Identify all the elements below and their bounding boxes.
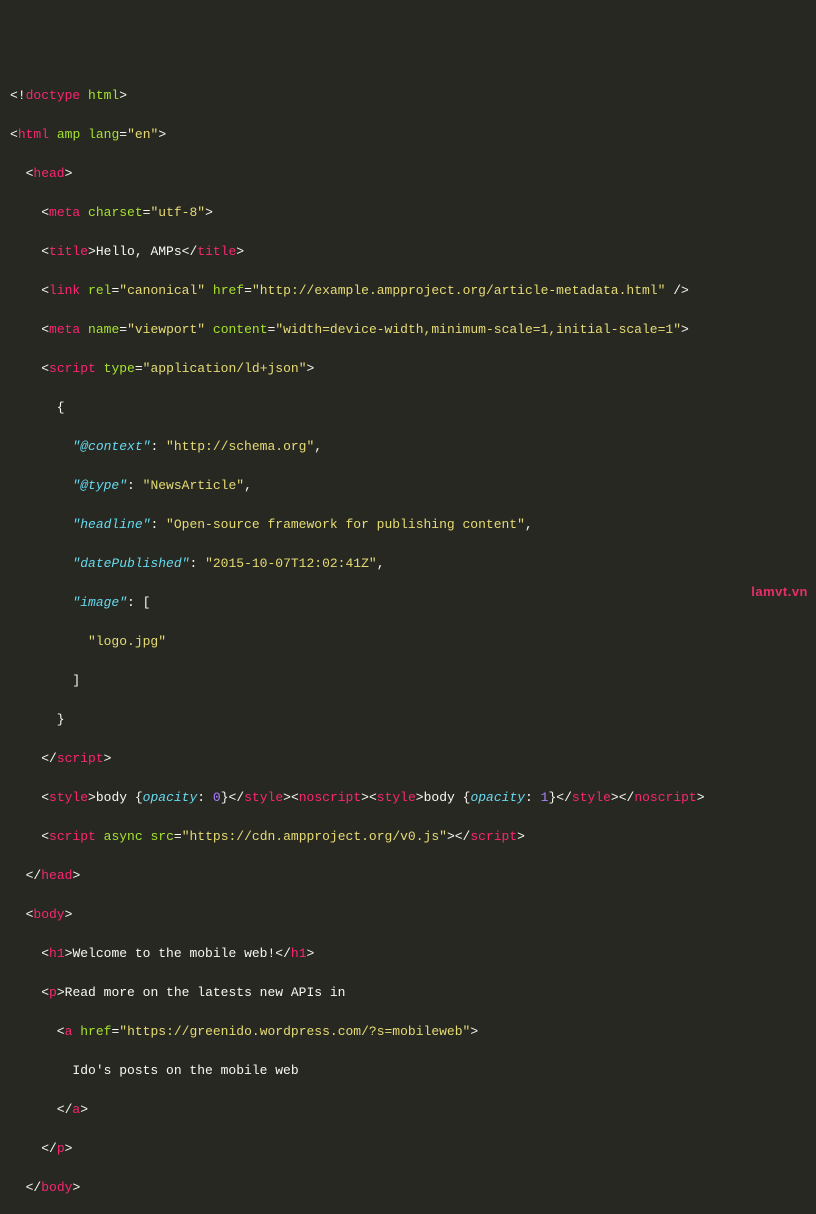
code-line: <h1>Welcome to the mobile web!</h1> [10,944,806,964]
code-line: "image": [ [10,593,806,613]
code-line: "headline": "Open-source framework for p… [10,515,806,535]
code-line: } [10,710,806,730]
code-line: </head> [10,866,806,886]
code-line: "datePublished": "2015-10-07T12:02:41Z", [10,554,806,574]
code-line: <script async src="https://cdn.ampprojec… [10,827,806,847]
watermark-text: lamvt.vn [751,582,808,602]
code-line: </a> [10,1100,806,1120]
code-line: { [10,398,806,418]
code-line: </script> [10,749,806,769]
code-line: "logo.jpg" [10,632,806,652]
code-line: <style>body {opacity: 0}</style><noscrip… [10,788,806,808]
code-line: Ido's posts on the mobile web [10,1061,806,1081]
code-line: <link rel="canonical" href="http://examp… [10,281,806,301]
code-line: <title>Hello, AMPs</title> [10,242,806,262]
code-line: <!doctype html> [10,86,806,106]
code-line: "@context": "http://schema.org", [10,437,806,457]
code-line: <html amp lang="en"> [10,125,806,145]
code-line: </p> [10,1139,806,1159]
code-line: <meta charset="utf-8"> [10,203,806,223]
code-line: <a href="https://greenido.wordpress.com/… [10,1022,806,1042]
code-line: <script type="application/ld+json"> [10,359,806,379]
code-line: <meta name="viewport" content="width=dev… [10,320,806,340]
code-line: ] [10,671,806,691]
code-line: "@type": "NewsArticle", [10,476,806,496]
code-line: <body> [10,905,806,925]
code-line: <p>Read more on the latests new APIs in [10,983,806,1003]
code-line: <head> [10,164,806,184]
code-line: </body> [10,1178,806,1198]
